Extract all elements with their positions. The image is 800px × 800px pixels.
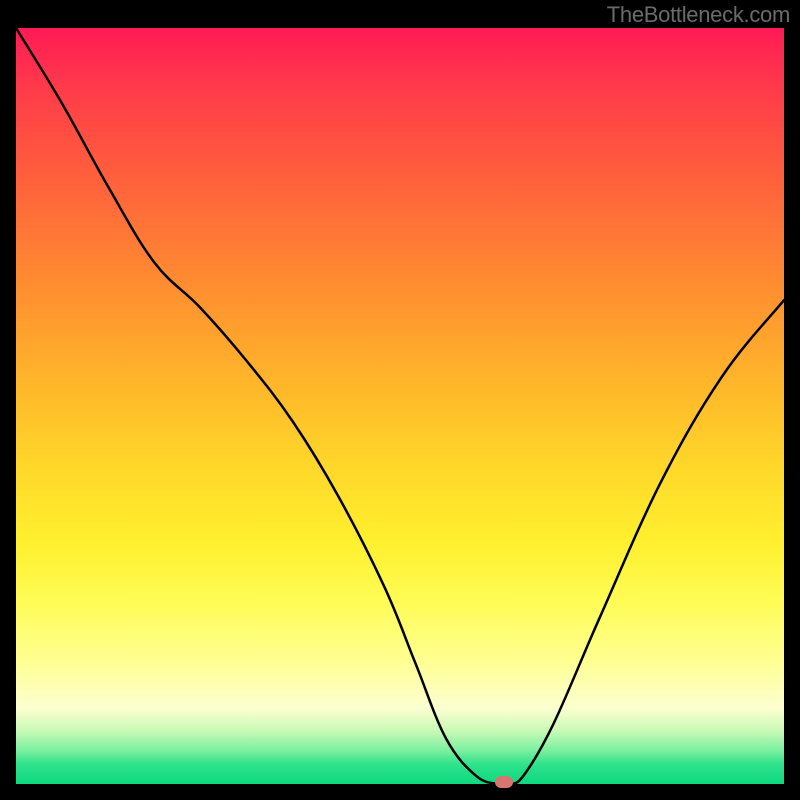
optimal-point-marker <box>495 776 513 788</box>
plot-area <box>16 28 784 784</box>
watermark-text: TheBottleneck.com <box>607 2 790 28</box>
chart-container: TheBottleneck.com <box>0 0 800 800</box>
bottleneck-curve <box>16 28 784 784</box>
